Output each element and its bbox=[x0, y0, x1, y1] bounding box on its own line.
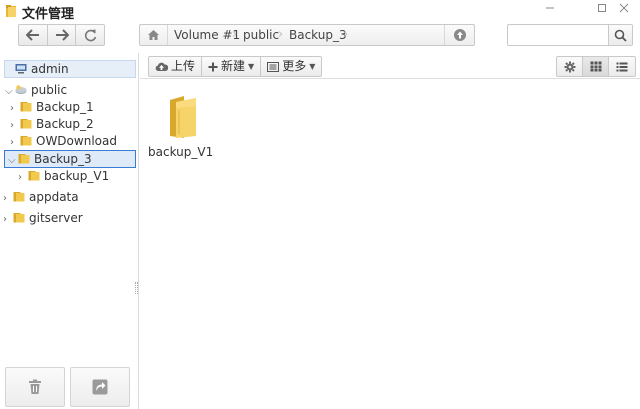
folder-icon bbox=[18, 154, 30, 164]
refresh-button[interactable] bbox=[76, 25, 104, 45]
sidebar-item-label: Backup_2 bbox=[36, 117, 94, 131]
sidebar-item-label: appdata bbox=[29, 190, 79, 204]
network-folder-icon bbox=[15, 85, 27, 94]
sidebar-resize-handle[interactable] bbox=[135, 282, 138, 294]
chevron-right-icon[interactable]: › bbox=[10, 100, 20, 117]
sidebar-item-label: admin bbox=[31, 62, 69, 76]
home-icon bbox=[148, 30, 159, 40]
folder-icon bbox=[20, 119, 32, 129]
upload-label: 上传 bbox=[171, 59, 196, 73]
trash-icon bbox=[29, 379, 41, 394]
sidebar-item-label: Backup_3 bbox=[34, 152, 92, 166]
gear-icon bbox=[564, 61, 575, 72]
file-name: backup_V1 bbox=[148, 145, 214, 159]
sidebar-item-label: OWDownload bbox=[36, 134, 117, 148]
maximize-button[interactable] bbox=[590, 1, 614, 19]
breadcrumb-volume[interactable]: Volume #1 bbox=[174, 25, 240, 45]
upload-button[interactable]: 上传 bbox=[149, 57, 203, 76]
forward-button[interactable] bbox=[48, 25, 77, 45]
arrow-up-circle-icon bbox=[453, 29, 466, 41]
chevron-down-icon[interactable]: ⌵ bbox=[8, 152, 18, 169]
delete-button[interactable] bbox=[5, 367, 65, 407]
folder-icon bbox=[13, 213, 25, 223]
grid-view-button[interactable] bbox=[583, 57, 609, 76]
chevron-right-icon[interactable]: › bbox=[10, 134, 20, 151]
chevron-down-icon[interactable]: ⌵ bbox=[5, 83, 15, 100]
folder-app-icon bbox=[6, 5, 16, 17]
search-icon bbox=[614, 29, 627, 42]
file-browser-content: backup_V1 bbox=[140, 80, 640, 409]
settings-button[interactable] bbox=[557, 57, 583, 76]
maximize-icon bbox=[598, 4, 606, 12]
sidebar-item-admin[interactable]: admin bbox=[15, 61, 69, 78]
folder-icon bbox=[13, 192, 25, 202]
breadcrumb-separator: › bbox=[343, 27, 349, 42]
file-item[interactable]: backup_V1 bbox=[148, 88, 214, 159]
close-icon bbox=[619, 3, 629, 13]
sidebar-item-label: public bbox=[31, 83, 68, 97]
search-button[interactable] bbox=[608, 25, 632, 45]
sidebar-actions bbox=[0, 363, 139, 409]
refresh-icon bbox=[84, 29, 96, 41]
sidebar-item-gitserver[interactable]: › gitserver bbox=[3, 210, 83, 227]
folder-tree-sidebar: admin ⌵ public › Backup_1 › Backup_2 › O… bbox=[0, 53, 139, 409]
sidebar-item-public[interactable]: ⌵ public bbox=[5, 82, 67, 99]
sidebar-item-owdownload[interactable]: › OWDownload bbox=[10, 133, 117, 150]
title-bar: 文件管理 bbox=[0, 0, 640, 22]
sidebar-item-backup-1[interactable]: › Backup_1 bbox=[10, 99, 94, 116]
search-input[interactable] bbox=[508, 25, 608, 45]
nav-button-group bbox=[18, 24, 105, 46]
share-button[interactable] bbox=[70, 367, 130, 407]
chevron-right-icon[interactable]: › bbox=[3, 190, 13, 207]
sidebar-item-backup-3[interactable]: ⌵ Backup_3 bbox=[8, 151, 92, 168]
action-button-group: 上传 新建 ▼ 更多 ▼ bbox=[148, 56, 323, 77]
list-view-icon bbox=[616, 62, 628, 71]
sidebar-item-label: Backup_1 bbox=[36, 100, 94, 114]
grid-view-icon bbox=[590, 61, 601, 72]
chevron-right-icon[interactable]: › bbox=[10, 117, 20, 134]
sidebar-item-backup-2[interactable]: › Backup_2 bbox=[10, 116, 94, 133]
folder-icon bbox=[170, 96, 196, 138]
sidebar-item-label: backup_V1 bbox=[44, 169, 110, 183]
breadcrumb: Volume #1 › public › Backup_3 › bbox=[139, 24, 475, 46]
window-title: 文件管理 bbox=[22, 7, 75, 22]
new-button[interactable]: 新建 ▼ bbox=[202, 57, 262, 76]
breadcrumb-backup-3[interactable]: Backup_3 bbox=[289, 25, 347, 45]
folder-icon bbox=[28, 171, 40, 181]
breadcrumb-public[interactable]: public bbox=[243, 25, 279, 45]
user-computer-icon bbox=[15, 64, 27, 74]
caret-down-icon: ▼ bbox=[309, 62, 316, 71]
list-view-button[interactable] bbox=[609, 57, 635, 76]
chevron-right-icon[interactable]: › bbox=[3, 211, 13, 228]
minimize-button[interactable] bbox=[538, 1, 562, 19]
new-label: 新建 bbox=[221, 59, 246, 73]
cloud-upload-icon bbox=[155, 62, 168, 71]
main-toolbar: 上传 新建 ▼ 更多 ▼ bbox=[140, 53, 640, 79]
back-button[interactable] bbox=[19, 25, 48, 45]
parent-folder-button[interactable] bbox=[444, 25, 474, 45]
more-button[interactable]: 更多 ▼ bbox=[261, 57, 321, 76]
view-button-group bbox=[556, 56, 636, 77]
sidebar-item-backup-v1[interactable]: › backup_V1 bbox=[18, 168, 109, 185]
more-label: 更多 bbox=[282, 59, 307, 73]
close-button[interactable] bbox=[612, 1, 636, 19]
arrow-right-icon bbox=[55, 29, 69, 41]
caret-down-icon: ▼ bbox=[248, 62, 255, 71]
minimize-icon bbox=[546, 7, 554, 9]
menu-list-icon bbox=[267, 61, 280, 72]
breadcrumb-separator: › bbox=[232, 27, 238, 42]
breadcrumb-separator: › bbox=[278, 27, 284, 42]
folder-icon bbox=[20, 102, 32, 112]
plus-icon bbox=[208, 62, 218, 71]
folder-icon bbox=[20, 136, 32, 146]
arrow-left-icon bbox=[25, 29, 39, 41]
share-icon bbox=[92, 379, 108, 395]
search-box bbox=[507, 24, 633, 46]
chevron-right-icon[interactable]: › bbox=[18, 169, 28, 186]
sidebar-item-appdata[interactable]: › appdata bbox=[3, 189, 79, 206]
sidebar-item-label: gitserver bbox=[29, 211, 83, 225]
home-button[interactable] bbox=[140, 25, 168, 45]
